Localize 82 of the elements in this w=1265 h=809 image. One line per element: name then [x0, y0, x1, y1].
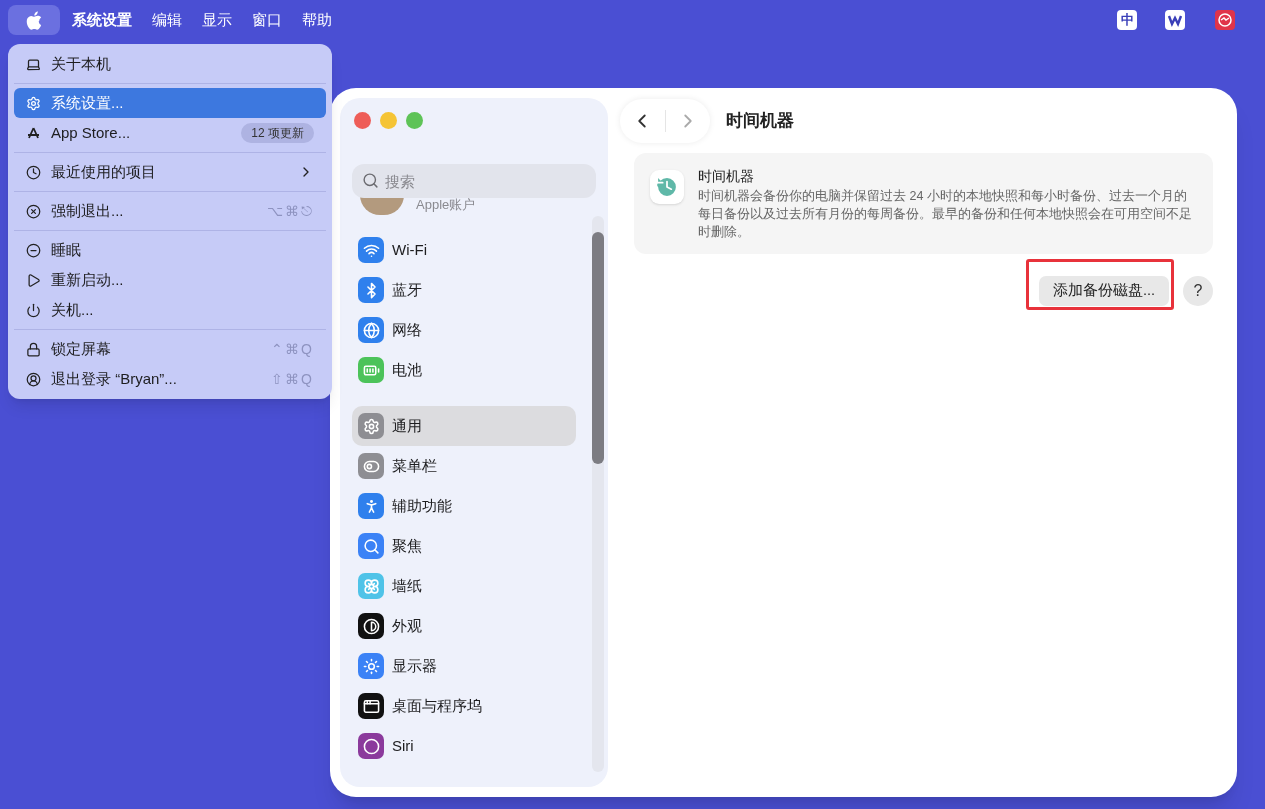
sidebar-item[interactable]: 显示器: [352, 646, 576, 686]
scrollbar-thumb[interactable]: [592, 232, 604, 464]
menu-item[interactable]: 睡眠: [14, 235, 326, 265]
menu-item-label: App Store...: [51, 122, 132, 143]
sidebar-item[interactable]: Wi-Fi: [352, 230, 576, 270]
menu-item-label: 退出登录 “Bryan”...: [51, 368, 178, 389]
sidebar-label: 通用: [392, 415, 422, 436]
sidebar-label: 电池: [392, 359, 422, 380]
sidebar-item[interactable]: 通用: [352, 406, 576, 446]
sidebar-label: 辅助功能: [392, 495, 452, 516]
menu-item-label: 关机...: [51, 299, 95, 320]
menu-item-label: 最近使用的项目: [51, 161, 157, 182]
menu-bar-item[interactable]: 显示: [194, 8, 240, 32]
sidebar-item[interactable]: 辅助功能: [352, 486, 576, 526]
app-store-icon: [26, 125, 41, 141]
sidebar-label: 蓝牙: [392, 279, 422, 300]
menu-item[interactable]: 最近使用的项目: [14, 157, 326, 187]
apple-logo-icon: [26, 10, 42, 30]
menu-bar-item[interactable]: 帮助: [294, 8, 340, 32]
menu-item-label: 重新启动...: [51, 269, 125, 290]
menu-item-label: 睡眠: [51, 239, 82, 260]
search-icon: [362, 172, 379, 189]
sidebar-label: 菜单栏: [392, 455, 437, 476]
card-title: 时间机器: [698, 167, 755, 186]
close-button[interactable]: [354, 112, 371, 129]
document-app-icon[interactable]: [1165, 10, 1185, 30]
card-description: 时间机器会备份你的电脑并保留过去 24 小时的本地快照和每小时备份、过去一个月的每日备份以及过去所有月份的每周备份。最早的备份和任何本地快照会在可用空间不足时删除。: [698, 188, 1193, 241]
update-count: 12 项更新: [241, 123, 314, 143]
sidebar-label: 桌面与程序坞: [392, 695, 482, 716]
menu-item[interactable]: 关机...: [14, 295, 326, 325]
close-icon: [26, 203, 41, 219]
add-backup-disk-button[interactable]: 添加备份磁盘...: [1038, 276, 1169, 306]
user-icon: [26, 371, 41, 387]
zoom-button[interactable]: [406, 112, 423, 129]
sidebar-label: 网络: [392, 319, 422, 340]
restart-icon: [26, 272, 41, 288]
apple-menu-button[interactable]: [8, 5, 60, 35]
menu-item[interactable]: 锁定屏幕 ⌃⌘Q: [14, 334, 326, 364]
help-button[interactable]: ?: [1183, 276, 1213, 306]
sidebar-label: 外观: [392, 615, 422, 636]
menu-item-label: 系统设置...: [51, 92, 125, 113]
sidebar-item[interactable]: 网络: [352, 310, 576, 350]
menu-item[interactable]: 系统设置...: [14, 88, 326, 118]
menu-item[interactable]: 关于本机: [14, 49, 326, 79]
lock-icon: [26, 341, 41, 357]
clock-icon: [26, 164, 41, 180]
app-icon[interactable]: [1215, 10, 1235, 30]
menu-bar-item[interactable]: 系统设置: [64, 8, 140, 32]
menu-item-label: 关于本机: [51, 53, 112, 74]
laptop-icon: [26, 56, 41, 72]
time-machine-icon: [650, 170, 684, 204]
input-method-icon[interactable]: 中: [1117, 10, 1137, 30]
sidebar-label: Siri: [392, 735, 414, 756]
menu-item[interactable]: App Store... 12 项更新: [14, 118, 326, 148]
sidebar-item[interactable]: 电池: [352, 350, 576, 390]
menu-item[interactable]: 强制退出... ⌥⌘⎋: [14, 196, 326, 226]
menu-item[interactable]: 退出登录 “Bryan”... ⇧⌘Q: [14, 364, 326, 394]
sidebar-item[interactable]: 聚焦: [352, 526, 576, 566]
menu-bar-item[interactable]: 窗口: [244, 8, 290, 32]
sidebar-item[interactable]: 墙纸: [352, 566, 576, 606]
sidebar-label: Wi-Fi: [392, 239, 427, 260]
sidebar-label: 墙纸: [392, 575, 422, 596]
sidebar-item[interactable]: 桌面与程序坞: [352, 686, 576, 726]
power-icon: [26, 302, 41, 318]
shortcut-label: ⌃⌘Q: [271, 339, 314, 359]
menu-item-label: 强制退出...: [51, 200, 125, 221]
search-field[interactable]: 搜索: [352, 164, 596, 198]
sidebar-label: 聚焦: [392, 535, 422, 556]
shortcut-label: ⌥⌘⎋: [267, 201, 314, 221]
sidebar-label: 显示器: [392, 655, 437, 676]
page-title: 时间机器: [726, 110, 794, 133]
gear-icon: [26, 95, 41, 111]
sidebar-item[interactable]: 蓝牙: [352, 270, 576, 310]
shortcut-label: ⇧⌘Q: [271, 369, 314, 389]
sidebar-item[interactable]: 外观: [352, 606, 576, 646]
sidebar-item[interactable]: Siri: [352, 726, 576, 766]
menu-bar-item[interactable]: 编辑: [144, 8, 190, 32]
menu-item[interactable]: 重新启动...: [14, 265, 326, 295]
scrollbar[interactable]: [592, 216, 604, 772]
sleep-icon: [26, 242, 41, 258]
sidebar-item[interactable]: 菜单栏: [352, 446, 576, 486]
menu-item-label: 锁定屏幕: [51, 338, 112, 359]
